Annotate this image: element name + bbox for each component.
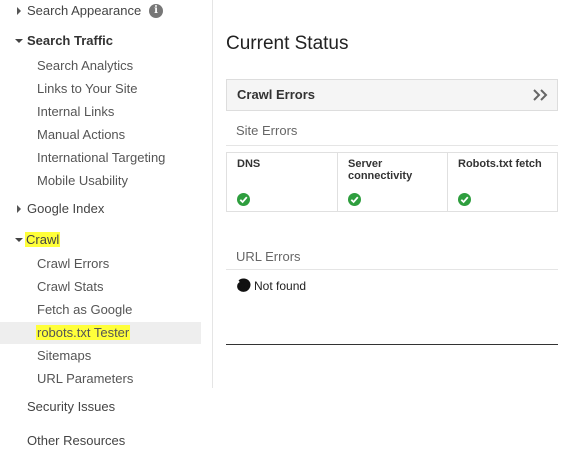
site-errors-label: Site Errors [236, 123, 298, 138]
sidebar-section-label: Crawl [25, 229, 61, 251]
sidebar-item-internal-links[interactable]: Internal Links [0, 101, 200, 123]
search-console-page: Search Appearance i Search Traffic Searc… [0, 0, 576, 451]
site-errors-table: DNS Server connectivity Robots.txt fetch [226, 152, 558, 212]
highlight-marker: robots.txt Tester [36, 325, 131, 340]
sidebar-section-other-resources[interactable]: Other Resources [0, 430, 200, 451]
sidebar-item-url-parameters[interactable]: URL Parameters [0, 368, 200, 390]
sidebar-section-search-traffic[interactable]: Search Traffic [0, 30, 200, 52]
cell-label: DNS [237, 158, 261, 170]
sidebar-item-mobile-usability[interactable]: Mobile Usability [0, 170, 200, 192]
green-check-icon [348, 193, 361, 206]
sidebar-item-robots-txt-tester[interactable]: robots.txt Tester [0, 322, 200, 344]
sidebar-item-manual-actions[interactable]: Manual Actions [0, 124, 200, 146]
highlight-marker: Crawl [25, 232, 61, 247]
scribble-icon [237, 278, 251, 292]
page-title: Current Status [226, 33, 349, 54]
sidebar-section-crawl[interactable]: Crawl [0, 229, 200, 251]
site-error-cell-server[interactable]: Server connectivity [337, 153, 447, 211]
cell-label: Server connectivity [348, 158, 413, 182]
divider [226, 269, 558, 270]
collapse-arrow-icon [15, 30, 23, 52]
sidebar-item-links-to-your-site[interactable]: Links to Your Site [0, 78, 200, 100]
sidebar-section-label: Search Appearance [27, 3, 142, 18]
sidebar-item-crawl-stats[interactable]: Crawl Stats [0, 276, 200, 298]
url-error-label: Not found [254, 279, 307, 293]
sidebar-item-crawl-errors[interactable]: Crawl Errors [0, 253, 200, 275]
crawl-errors-title: Crawl Errors [237, 87, 316, 102]
sidebar-section-label: Search Traffic [27, 33, 113, 48]
sidebar-nav: Search Appearance i Search Traffic Searc… [0, 0, 212, 451]
crawl-errors-header[interactable]: Crawl Errors [226, 79, 558, 111]
info-icon[interactable]: i [149, 4, 163, 18]
cell-label: Robots.txt fetch [458, 158, 542, 170]
green-check-icon [458, 193, 471, 206]
url-errors-label: URL Errors [236, 249, 301, 264]
sidebar-section-label: Google Index [27, 201, 105, 216]
expand-arrow-icon [15, 0, 23, 22]
double-chevron-right-icon[interactable] [531, 87, 549, 103]
bottom-rule [226, 344, 558, 345]
sidebar-section-security-issues[interactable]: Security Issues [0, 396, 200, 418]
sidebar-item-international-targeting[interactable]: International Targeting [0, 147, 200, 169]
site-error-cell-dns[interactable]: DNS [227, 153, 337, 211]
site-error-cell-robots[interactable]: Robots.txt fetch [447, 153, 557, 211]
sidebar-item-search-analytics[interactable]: Search Analytics [0, 55, 200, 77]
sidebar-item-sitemaps[interactable]: Sitemaps [0, 345, 200, 367]
sidebar-divider [212, 0, 213, 388]
url-error-row[interactable]: Not found [236, 277, 306, 295]
green-check-icon [237, 193, 250, 206]
divider [226, 145, 558, 146]
sidebar-item-fetch-as-google[interactable]: Fetch as Google [0, 299, 200, 321]
collapse-arrow-icon [15, 229, 23, 251]
sidebar-section-search-appearance[interactable]: Search Appearance i [0, 0, 200, 22]
sidebar-section-google-index[interactable]: Google Index [0, 198, 200, 220]
expand-arrow-icon [15, 198, 23, 220]
